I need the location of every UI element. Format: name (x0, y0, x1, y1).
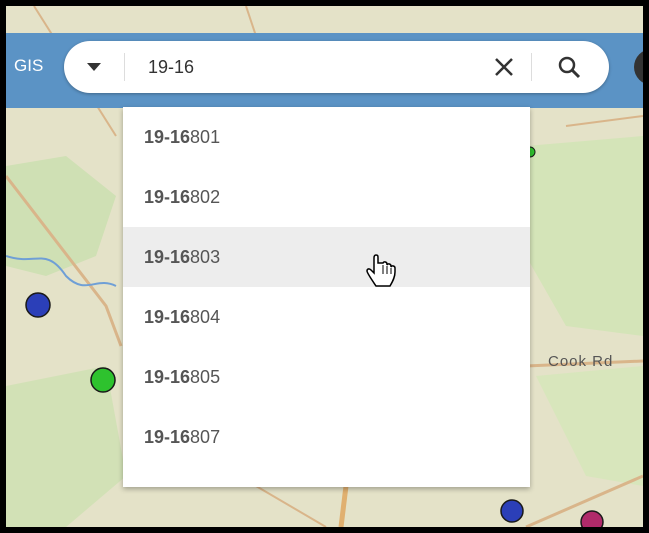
suggestion-item[interactable]: 19-16807 (123, 407, 530, 467)
map-marker-magenta[interactable] (580, 510, 604, 527)
toolbar-button[interactable] (634, 49, 643, 85)
suggestion-item[interactable]: 19-16805 (123, 347, 530, 407)
close-icon (495, 58, 513, 76)
terrain-patch (526, 136, 643, 336)
divider (124, 53, 125, 81)
search-box (64, 41, 609, 93)
divider (531, 53, 532, 81)
terrain-patch (536, 366, 643, 486)
map-marker-green[interactable] (90, 367, 116, 393)
road (338, 485, 349, 527)
suggestion-item[interactable]: 19-16802 (123, 167, 530, 227)
map-road-label: Cook Rd (548, 353, 614, 370)
suggestion-item[interactable]: 19-16804 (123, 287, 530, 347)
search-button[interactable] (552, 51, 586, 83)
map-marker-blue[interactable] (500, 499, 524, 523)
suggestion-item[interactable]: 19-16801 (123, 107, 530, 167)
search-input[interactable] (148, 53, 468, 81)
road (565, 115, 643, 127)
screenshot-frame: Cook Rd GIS 19-16 19-16801 19-16802 19-1… (0, 0, 649, 533)
caret-down-icon (87, 63, 101, 71)
map-marker-blue[interactable] (25, 292, 51, 318)
road (255, 485, 327, 527)
search-icon (558, 56, 581, 79)
suggestion-item[interactable]: 19-16803 (123, 227, 530, 287)
road (245, 6, 257, 37)
hand-pointer-icon (366, 253, 398, 298)
clear-search-button[interactable] (488, 51, 520, 83)
search-source-dropdown[interactable] (74, 51, 114, 83)
top-toolbar: GIS (6, 33, 643, 108)
search-suggestions: 19-16801 19-16802 19-16803 19-16804 19-1… (123, 107, 530, 487)
app-label: GIS (14, 56, 44, 75)
